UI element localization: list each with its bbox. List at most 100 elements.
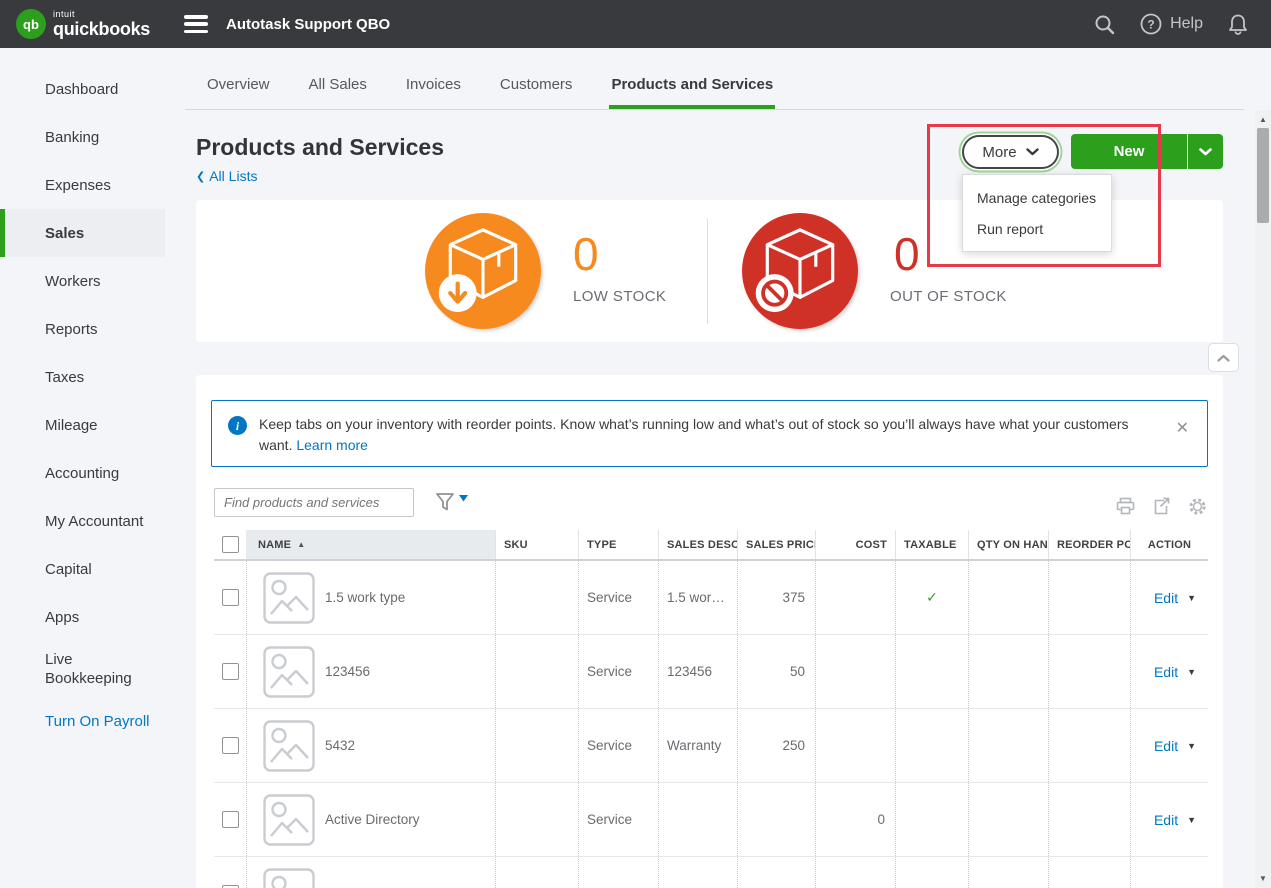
settings-gear-icon[interactable] bbox=[1188, 497, 1207, 516]
all-lists-back-link[interactable]: ❮ All Lists bbox=[196, 168, 257, 184]
action-cell: Edit ▼ bbox=[1130, 783, 1208, 856]
sidebar-item-turn-on-payroll[interactable]: Turn On Payroll bbox=[0, 697, 165, 745]
column-header-qty-on-hand[interactable]: QTY ON HAND bbox=[968, 530, 1048, 559]
hamburger-menu-icon[interactable] bbox=[184, 15, 208, 33]
column-header-sales-price[interactable]: SALES PRICE bbox=[737, 530, 815, 559]
sku-cell bbox=[495, 635, 578, 708]
tab-all-sales[interactable]: All Sales bbox=[307, 76, 369, 109]
sidebar-item-sales[interactable]: Sales bbox=[0, 209, 165, 257]
funnel-icon bbox=[433, 490, 457, 514]
row-checkbox[interactable] bbox=[222, 811, 239, 828]
inventory-info-banner: i Keep tabs on your inventory with reord… bbox=[211, 400, 1208, 467]
sidebar-item-workers[interactable]: Workers bbox=[0, 257, 165, 305]
cost-cell bbox=[815, 857, 895, 888]
sidebar-item-banking[interactable]: Banking bbox=[0, 113, 165, 161]
sort-ascending-icon: ▲ bbox=[297, 540, 305, 549]
qty-on-hand-cell bbox=[968, 857, 1048, 888]
quickbooks-logo[interactable]: qb intuit quickbooks bbox=[16, 9, 150, 39]
search-input[interactable] bbox=[214, 488, 414, 517]
column-header-taxable[interactable]: TAXABLE bbox=[895, 530, 968, 559]
sidebar-item-expenses[interactable]: Expenses bbox=[0, 161, 165, 209]
sidebar-item-capital[interactable]: Capital bbox=[0, 545, 165, 593]
products-table-panel: i Keep tabs on your inventory with reord… bbox=[196, 375, 1223, 888]
product-image-placeholder-icon bbox=[263, 572, 315, 624]
new-button-dropdown[interactable] bbox=[1188, 134, 1223, 169]
low-stock-count: 0 bbox=[573, 226, 599, 282]
sidebar-item-apps[interactable]: Apps bbox=[0, 593, 165, 641]
product-image-placeholder-icon bbox=[263, 794, 315, 846]
low-stock-label: LOW STOCK bbox=[573, 288, 666, 305]
sidebar-item-taxes[interactable]: Taxes bbox=[0, 353, 165, 401]
sidebar: DashboardBankingExpensesSalesWorkersRepo… bbox=[0, 48, 185, 888]
search-icon[interactable] bbox=[1093, 13, 1116, 36]
scrollbar-thumb[interactable] bbox=[1257, 128, 1269, 223]
caret-down-icon bbox=[459, 495, 468, 502]
row-checkbox[interactable] bbox=[222, 589, 239, 606]
sidebar-item-live-bookkeeping[interactable]: Live Bookkeeping bbox=[0, 641, 165, 697]
edit-link[interactable]: Edit bbox=[1154, 812, 1178, 828]
taxable-cell bbox=[895, 857, 968, 888]
column-header-action[interactable]: ACTION bbox=[1130, 530, 1208, 559]
edit-dropdown-caret-icon[interactable]: ▼ bbox=[1187, 667, 1196, 677]
svg-text:?: ? bbox=[1147, 18, 1154, 32]
help-label: Help bbox=[1170, 15, 1203, 33]
table-row: 123456 Service 123456 50 Edit ▼ bbox=[214, 635, 1208, 709]
edit-dropdown-caret-icon[interactable]: ▼ bbox=[1187, 593, 1196, 603]
column-header-cost[interactable]: COST bbox=[815, 530, 895, 559]
learn-more-link[interactable]: Learn more bbox=[296, 437, 368, 453]
sales-price-cell: 50 bbox=[737, 635, 815, 708]
taxable-cell bbox=[895, 635, 968, 708]
column-header-type[interactable]: TYPE bbox=[578, 530, 658, 559]
menu-item-manage-categories[interactable]: Manage categories bbox=[963, 182, 1111, 213]
info-icon: i bbox=[228, 416, 247, 435]
collapse-panel-button[interactable] bbox=[1208, 343, 1239, 372]
edit-link[interactable]: Edit bbox=[1154, 664, 1178, 680]
sidebar-item-my-accountant[interactable]: My Accountant bbox=[0, 497, 165, 545]
notifications-bell-icon[interactable] bbox=[1227, 13, 1249, 36]
column-header-sku[interactable]: SKU bbox=[495, 530, 578, 559]
product-name[interactable]: 5432 bbox=[325, 738, 355, 753]
edit-dropdown-caret-icon[interactable]: ▼ bbox=[1187, 815, 1196, 825]
sales-price-cell bbox=[737, 783, 815, 856]
sku-cell bbox=[495, 709, 578, 782]
tab-overview[interactable]: Overview bbox=[205, 76, 272, 109]
tab-customers[interactable]: Customers bbox=[498, 76, 575, 109]
print-icon[interactable] bbox=[1116, 497, 1135, 516]
product-name[interactable]: 123456 bbox=[325, 664, 370, 679]
chevron-down-icon bbox=[1199, 148, 1212, 156]
low-stock-icon[interactable] bbox=[425, 213, 541, 329]
help-menu[interactable]: ? Help bbox=[1140, 13, 1203, 35]
more-button[interactable]: More bbox=[962, 135, 1059, 169]
table-row: Active Directory Service 0 Edit ▼ bbox=[214, 783, 1208, 857]
select-all-checkbox[interactable] bbox=[222, 536, 239, 553]
product-name[interactable]: Active Directory bbox=[325, 812, 420, 827]
row-checkbox[interactable] bbox=[222, 737, 239, 754]
sidebar-item-accounting[interactable]: Accounting bbox=[0, 449, 165, 497]
column-header-reorder-point[interactable]: REORDER POINT bbox=[1048, 530, 1130, 559]
sidebar-item-mileage[interactable]: Mileage bbox=[0, 401, 165, 449]
sidebar-item-reports[interactable]: Reports bbox=[0, 305, 165, 353]
column-header-name[interactable]: NAME▲ bbox=[246, 530, 495, 559]
page-scrollbar[interactable]: ▲ ▼ bbox=[1255, 110, 1271, 888]
out-of-stock-count: 0 bbox=[894, 226, 920, 282]
filter-button[interactable] bbox=[433, 490, 468, 514]
sidebar-item-dashboard[interactable]: Dashboard bbox=[0, 65, 165, 113]
menu-item-run-report[interactable]: Run report bbox=[963, 213, 1111, 244]
edit-link[interactable]: Edit bbox=[1154, 590, 1178, 606]
column-header-sales-description[interactable]: SALES DESCRIPTION bbox=[658, 530, 737, 559]
product-name[interactable]: 1.5 work type bbox=[325, 590, 405, 605]
scroll-up-arrow-icon[interactable]: ▲ bbox=[1255, 115, 1271, 124]
close-icon[interactable]: ✕ bbox=[1176, 418, 1189, 438]
help-icon: ? bbox=[1140, 13, 1162, 35]
reorder-point-cell bbox=[1048, 709, 1130, 782]
new-button[interactable]: New bbox=[1071, 134, 1187, 169]
edit-dropdown-caret-icon[interactable]: ▼ bbox=[1187, 741, 1196, 751]
out-of-stock-icon[interactable] bbox=[742, 213, 858, 329]
action-cell: Edit ▼ bbox=[1130, 561, 1208, 634]
export-icon[interactable] bbox=[1152, 497, 1171, 516]
edit-link[interactable]: Edit bbox=[1154, 738, 1178, 754]
tab-invoices[interactable]: Invoices bbox=[404, 76, 463, 109]
scroll-down-arrow-icon[interactable]: ▼ bbox=[1255, 874, 1271, 883]
row-checkbox[interactable] bbox=[222, 663, 239, 680]
tab-products-and-services[interactable]: Products and Services bbox=[609, 76, 775, 109]
